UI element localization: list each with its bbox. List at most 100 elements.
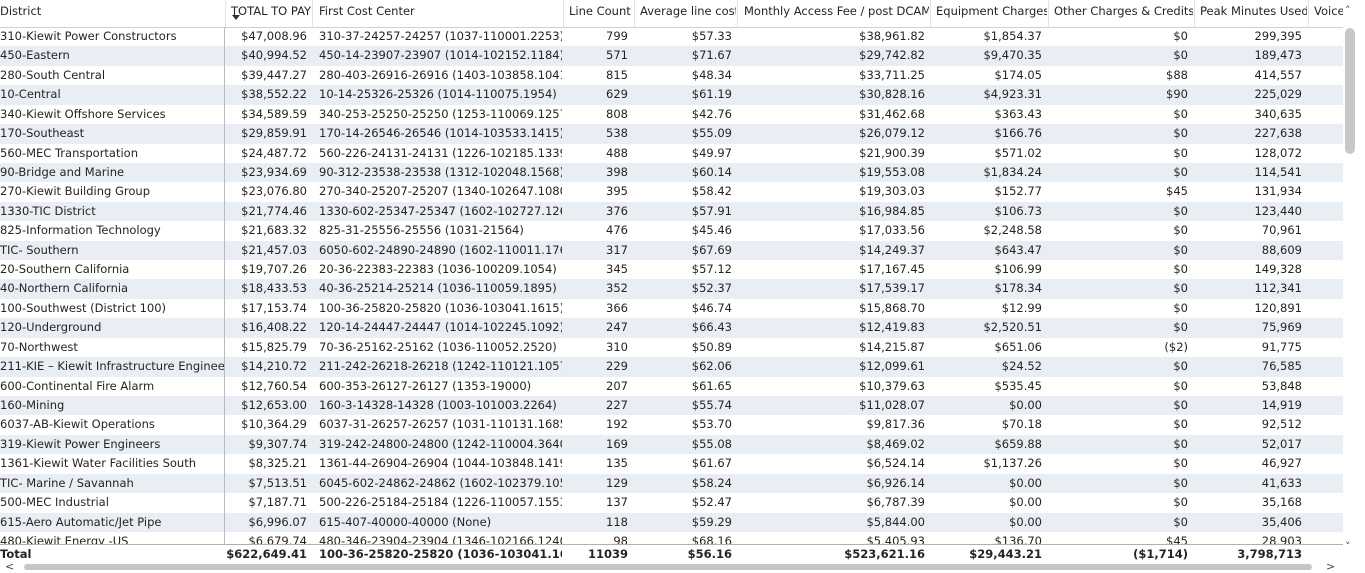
cell-district: 160-Mining bbox=[0, 397, 65, 412]
cell-monthly-access-fee: $21,900.39 bbox=[859, 145, 925, 160]
cell-monthly-access-fee: $5,844.00 bbox=[866, 514, 925, 529]
cell-total-to-pay: $17,153.74 bbox=[241, 300, 307, 315]
header-total-to-pay[interactable]: TOTAL TO PAY bbox=[225, 0, 311, 27]
cell-first-cost-center: 450-14-23907-23907 (1014-102152.1184) bbox=[319, 48, 562, 63]
header-line-count[interactable]: Line Count bbox=[563, 0, 633, 27]
cell-first-cost-center: 160-3-14328-14328 (1003-101003.2264) bbox=[319, 397, 557, 412]
header-monthly-access-fee[interactable]: Monthly Access Fee / post DCAM bbox=[737, 0, 929, 27]
table-row[interactable]: 170-Southeast $29,859.91 170-14-26546-2654… bbox=[0, 124, 1343, 144]
cell-equipment-charges: $643.47 bbox=[994, 242, 1042, 257]
cell-total-to-pay: $15,825.79 bbox=[241, 339, 307, 354]
cell-other-charges: $0 bbox=[1173, 359, 1188, 374]
table-row[interactable]: 825-Information Technology $21,683.32 825-… bbox=[0, 221, 1343, 240]
header-other-charges-credits[interactable]: Other Charges & Credits bbox=[1048, 0, 1193, 27]
cell-other-charges: $0 bbox=[1173, 495, 1188, 510]
scroll-right-icon[interactable]: > bbox=[1326, 561, 1335, 572]
cell-first-cost-center: 310-37-24257-24257 (1037-110001.2253) bbox=[319, 29, 562, 43]
vertical-scroll-thumb[interactable] bbox=[1345, 28, 1355, 154]
cell-average-line-cost: $55.08 bbox=[691, 436, 732, 451]
table-row[interactable]: 340-Kiewit Offshore Services $34,589.59 34… bbox=[0, 105, 1343, 124]
cell-equipment-charges: $535.45 bbox=[994, 378, 1042, 393]
horizontal-scroll-thumb[interactable] bbox=[24, 564, 1312, 570]
scroll-up-icon[interactable]: ˄ bbox=[1345, 5, 1351, 16]
cell-monthly-access-fee: $19,303.03 bbox=[859, 184, 925, 199]
table-row[interactable]: 615-Aero Automatic/Jet Pipe $6,996.07 615-… bbox=[0, 512, 1343, 532]
cell-first-cost-center: 20-36-22383-22383 (1036-100209.1054) bbox=[319, 262, 557, 277]
sort-descending-icon[interactable] bbox=[232, 15, 240, 20]
cell-monthly-access-fee: $12,419.83 bbox=[859, 320, 925, 335]
cell-first-cost-center: 170-14-26546-26546 (1014-103533.1415) bbox=[319, 126, 562, 141]
cell-line-count: 629 bbox=[606, 87, 628, 102]
cell-district: TIC- Marine / Savannah bbox=[0, 475, 134, 490]
header-peak-minutes-used[interactable]: Peak Minutes Used bbox=[1194, 0, 1307, 27]
cell-district: 450-Eastern bbox=[0, 48, 70, 63]
cell-peak-minutes: 149,328 bbox=[1254, 262, 1302, 277]
cell-average-line-cost: $71.67 bbox=[691, 48, 732, 63]
table-row[interactable]: 560-MEC Transportation $24,487.72 560-226-… bbox=[0, 144, 1343, 163]
table-row[interactable]: 1330-TIC District $21,774.46 1330-602-2534… bbox=[0, 201, 1343, 222]
table-row[interactable]: 310-Kiewit Power Constructors $47,008.96 3… bbox=[0, 27, 1343, 46]
cell-total-to-pay: $38,552.22 bbox=[241, 87, 307, 102]
table-row[interactable]: 480-Kiewit Energy -US $6,679.74 480-346-23… bbox=[0, 532, 1343, 544]
header-equipment-charges[interactable]: Equipment Charges bbox=[930, 0, 1047, 27]
cell-first-cost-center: 10-14-25326-25326 (1014-110075.1954) bbox=[319, 87, 557, 102]
scroll-down-icon[interactable]: ˅ bbox=[1345, 541, 1351, 552]
table-row[interactable]: 211-KIE – Kiewit Infrastructure Engineer… bbox=[0, 357, 1343, 377]
table-row[interactable]: 160-Mining $12,653.00 160-3-14328-14328 (1… bbox=[0, 395, 1343, 416]
table-row[interactable]: 319-Kiewit Power Engineers $9,307.74 319-2… bbox=[0, 434, 1343, 455]
table-row[interactable]: 270-Kiewit Building Group $23,076.80 270-3… bbox=[0, 182, 1343, 201]
cell-peak-minutes: 414,557 bbox=[1254, 67, 1302, 82]
header-voice[interactable]: Voice bbox=[1308, 0, 1343, 27]
cell-total-to-pay: $12,760.54 bbox=[241, 378, 307, 393]
cell-monthly-access-fee: $8,469.02 bbox=[866, 436, 925, 451]
table-row[interactable]: 6037-AB-Kiewit Operations $10,364.29 6037-… bbox=[0, 415, 1343, 434]
cell-equipment-charges: $1,834.24 bbox=[983, 164, 1042, 179]
cell-line-count: 395 bbox=[606, 184, 628, 199]
cell-average-line-cost: $62.06 bbox=[691, 359, 732, 374]
cell-other-charges: $0 bbox=[1173, 48, 1188, 63]
header-average-line-cost[interactable]: Average line cost bbox=[634, 0, 736, 27]
cell-monthly-access-fee: $17,539.17 bbox=[859, 281, 925, 296]
table-row[interactable]: 600-Continental Fire Alarm $12,760.54 600-… bbox=[0, 377, 1343, 396]
cell-line-count: 538 bbox=[606, 126, 628, 141]
table-row[interactable]: 40-Northern California $18,433.53 40-36-25… bbox=[0, 279, 1343, 299]
cell-district: 20-Southern California bbox=[0, 262, 130, 277]
table-row[interactable]: TIC- Southern $21,457.03 6050-602-24890-24… bbox=[0, 240, 1343, 261]
table-row[interactable]: 450-Eastern $40,994.52 450-14-23907-23907 … bbox=[0, 46, 1343, 66]
cell-district: 560-MEC Transportation bbox=[0, 145, 139, 160]
header-first-cost-center[interactable]: First Cost Center bbox=[312, 0, 562, 27]
cell-total-to-pay: $7,187.71 bbox=[248, 495, 307, 510]
cell-other-charges: $0 bbox=[1173, 281, 1188, 296]
cell-line-count: 571 bbox=[606, 48, 628, 63]
table-row[interactable]: 280-South Central $39,447.27 280-403-26916… bbox=[0, 66, 1343, 85]
table-row[interactable]: 70-Northwest $15,825.79 70-36-25162-25162 … bbox=[0, 338, 1343, 357]
scroll-left-icon[interactable]: < bbox=[5, 561, 14, 572]
cell-district: 280-South Central bbox=[0, 67, 106, 82]
table-row[interactable]: 500-MEC Industrial $7,187.71 500-226-25184… bbox=[0, 493, 1343, 512]
table-row[interactable]: 1361-Kiewit Water Facilities South $8,325… bbox=[0, 454, 1343, 473]
cell-peak-minutes: 52,017 bbox=[1261, 436, 1302, 451]
cell-first-cost-center: 70-36-25162-25162 (1036-110052.2520) bbox=[319, 339, 557, 354]
cell-peak-minutes: 120,891 bbox=[1254, 300, 1302, 315]
table-row[interactable]: 90-Bridge and Marine $23,934.69 90-312-235… bbox=[0, 162, 1343, 183]
cell-average-line-cost: $48.34 bbox=[691, 67, 732, 82]
table-row[interactable]: 100-Southwest (District 100) $17,153.74 10… bbox=[0, 299, 1343, 318]
table-row[interactable]: 20-Southern California $19,707.26 20-36-22… bbox=[0, 260, 1343, 279]
table-row[interactable]: 10-Central $38,552.22 10-14-25326-25326 (1… bbox=[0, 85, 1343, 105]
table-row[interactable]: TIC- Marine / Savannah $7,513.51 6045-602-… bbox=[0, 473, 1343, 494]
cell-equipment-charges: $9,470.35 bbox=[983, 48, 1042, 63]
cell-total-to-pay: $6,996.07 bbox=[248, 514, 307, 529]
cell-average-line-cost: $52.47 bbox=[691, 495, 732, 510]
cell-other-charges: $0 bbox=[1173, 456, 1188, 471]
table-row[interactable]: 120-Underground $16,408.22 120-14-24447-24… bbox=[0, 318, 1343, 338]
cell-first-cost-center: 6037-31-26257-26257 (1031-110131.1685) bbox=[319, 417, 562, 432]
cell-line-count: 799 bbox=[606, 29, 628, 43]
cell-peak-minutes: 28,903 bbox=[1261, 533, 1302, 544]
cell-equipment-charges: $651.06 bbox=[994, 339, 1042, 354]
cell-line-count: 366 bbox=[606, 300, 628, 315]
cell-average-line-cost: $58.42 bbox=[691, 184, 732, 199]
cell-average-line-cost: $59.29 bbox=[691, 514, 732, 529]
total-other-charges: ($1,714) bbox=[1133, 547, 1188, 561]
cell-district: 615-Aero Automatic/Jet Pipe bbox=[0, 514, 162, 529]
header-district[interactable]: District bbox=[0, 0, 224, 27]
